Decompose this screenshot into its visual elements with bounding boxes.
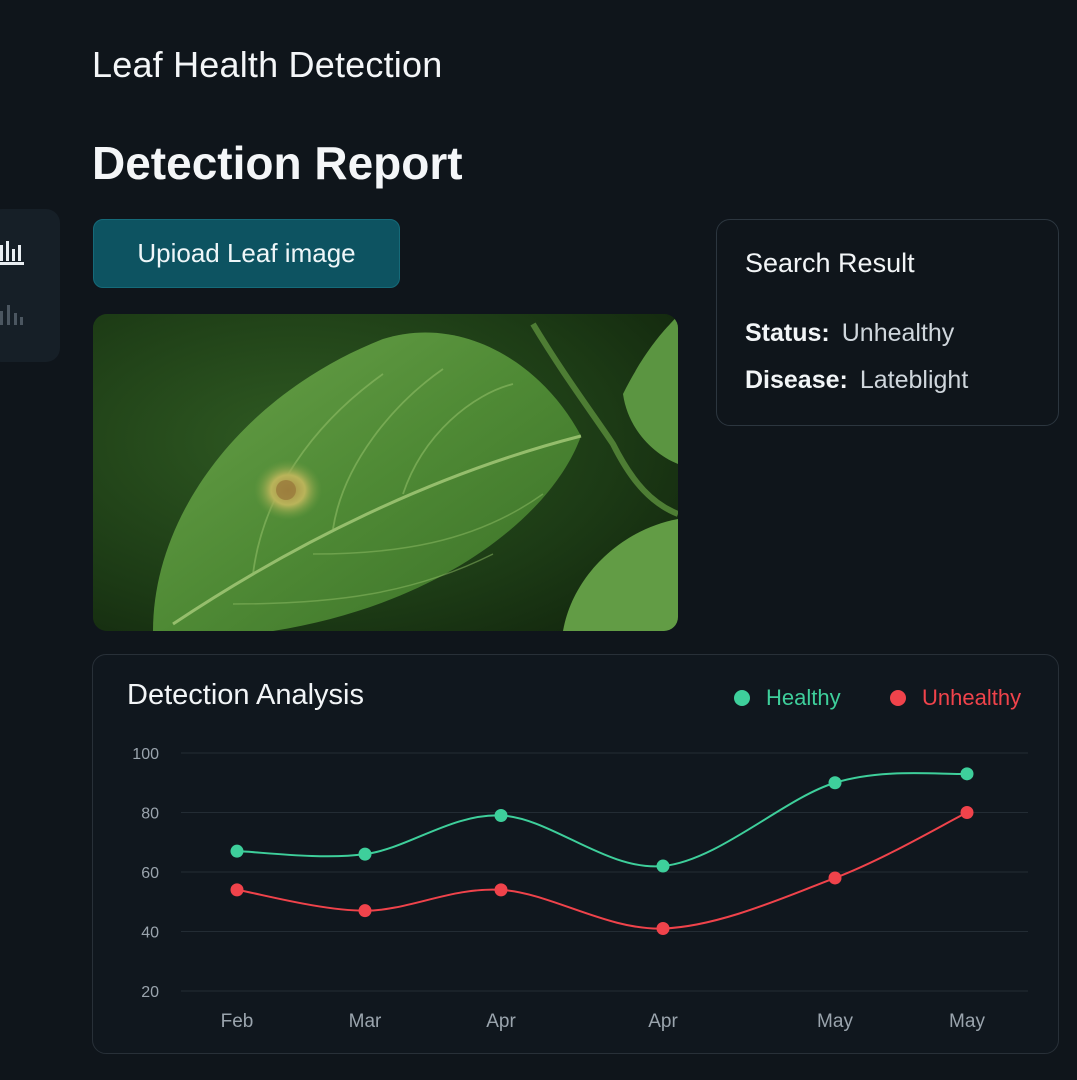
data-point-healthy — [656, 859, 670, 873]
data-point-healthy — [960, 767, 974, 781]
side-rail — [0, 209, 60, 362]
x-tick-label: Apr — [648, 1011, 678, 1032]
detection-report-page: Leaf Health Detection Detection Report U… — [0, 0, 1077, 1080]
disease-value: Lateblight — [859, 366, 969, 394]
app-title: Leaf Health Detection — [92, 44, 443, 85]
disease-label: Disease: — [745, 366, 848, 394]
data-point-healthy — [494, 808, 508, 822]
search-result-card: Search Result Status: Unhealthy Disease: L… — [716, 219, 1059, 426]
data-point-unhealthy — [828, 871, 842, 885]
analytics-icon[interactable] — [0, 301, 24, 329]
x-tick-label: Feb — [221, 1011, 254, 1032]
status-value: Unhealthy — [841, 319, 955, 347]
data-point-unhealthy — [656, 922, 670, 936]
data-point-unhealthy — [494, 883, 508, 897]
x-tick-label: Apr — [486, 1011, 516, 1032]
data-point-healthy — [358, 847, 372, 861]
line-chart: 100 80 60 40 20 Feb Mar Apr Apr May May — [132, 746, 1028, 1032]
y-tick-label: 20 — [141, 984, 159, 1001]
x-tick-label: May — [949, 1011, 985, 1032]
status-row: Status: Unhealthy — [745, 319, 954, 348]
data-point-healthy — [828, 776, 842, 790]
bar-chart-icon[interactable] — [0, 239, 24, 267]
series-line-unhealthy — [236, 811, 968, 930]
data-point-unhealthy — [230, 883, 244, 897]
leaf-image — [93, 314, 678, 631]
y-tick-label: 40 — [141, 925, 159, 942]
y-tick-label: 100 — [132, 746, 159, 763]
disease-row: Disease: Lateblight — [745, 366, 968, 395]
data-point-healthy — [230, 844, 244, 858]
series-line-healthy — [236, 772, 968, 868]
x-tick-label: May — [817, 1011, 853, 1032]
y-tick-label: 80 — [141, 806, 159, 823]
page-title: Detection Report — [92, 137, 463, 189]
data-point-unhealthy — [960, 806, 974, 819]
x-tick-label: Mar — [349, 1011, 382, 1032]
data-point-unhealthy — [358, 904, 372, 918]
search-result-title: Search Result — [745, 248, 915, 278]
detection-analysis-card: Detection Analysis Healthy Unhealthy 100… — [92, 654, 1059, 1054]
y-tick-label: 60 — [141, 865, 159, 882]
upload-leaf-image-button[interactable]: Upioad Leaf image — [93, 219, 400, 288]
status-label: Status: — [745, 319, 830, 347]
